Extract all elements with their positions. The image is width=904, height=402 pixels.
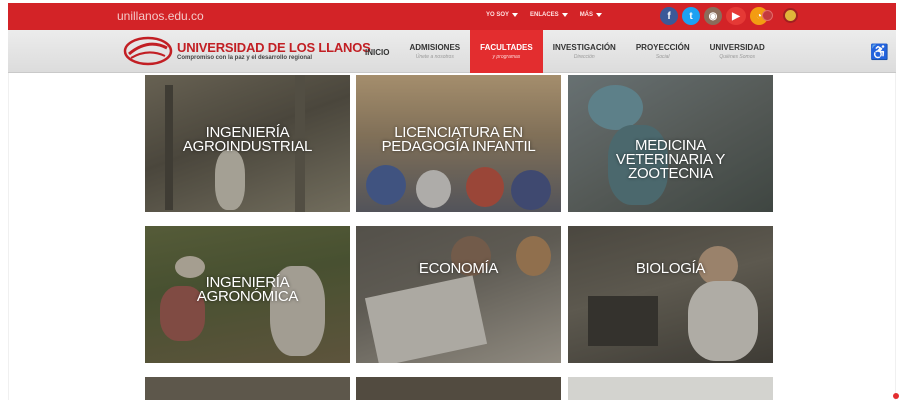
university-logo-icon[interactable] xyxy=(123,36,173,66)
colombia-shield-icon[interactable] xyxy=(783,8,798,23)
instagram-icon[interactable]: ◉ xyxy=(704,7,722,25)
mas-menu[interactable]: MÁS xyxy=(580,12,603,18)
scroll-indicator[interactable] xyxy=(893,393,899,399)
facebook-icon[interactable]: f xyxy=(660,7,678,25)
nav-facultades[interactable]: FACULTADES y programas xyxy=(470,30,543,73)
nav-universidad[interactable]: UNIVERSIDAD Quiénes Somos xyxy=(700,30,775,73)
tile-medicina-veterinaria-zootecnia[interactable]: Medicina Veterinaria y Zootecnia xyxy=(568,75,773,212)
main-nav: INICIO ADMISIONES Únete a nosotros FACUL… xyxy=(355,30,775,73)
tile-row3-left[interactable] xyxy=(145,377,350,400)
caret-down-icon xyxy=(512,13,519,17)
nav-proyeccion[interactable]: PROYECCIÓN Social xyxy=(626,30,700,73)
tile-label: Biología xyxy=(635,260,706,277)
main-header: UNIVERSIDAD DE LOS LLANOS Compromiso con… xyxy=(8,30,896,73)
enlaces-menu[interactable]: ENLACES xyxy=(530,12,568,18)
tile-label: Ingeniería Agronómica xyxy=(196,274,299,305)
government-seal-icon[interactable] xyxy=(762,10,773,21)
tile-ingenieria-agroindustrial[interactable]: Ingeniería Agroindustrial xyxy=(145,75,350,212)
tile-row3-center[interactable] xyxy=(356,377,561,400)
accessibility-icon[interactable]: ♿ xyxy=(870,43,889,61)
youtube-icon[interactable]: ▶ xyxy=(726,7,746,25)
nav-inicio[interactable]: INICIO xyxy=(355,30,399,73)
tile-label: Medicina Veterinaria y Zootecnia xyxy=(615,137,726,182)
faculties-grid: Ingeniería Agroindustrial Licenciatura e… xyxy=(8,73,896,400)
tile-label: Licenciatura en Pedagogía Infantil xyxy=(381,124,536,155)
tile-biologia[interactable]: Biología xyxy=(568,226,773,363)
yo-soy-menu[interactable]: YO SOY xyxy=(486,12,519,18)
nav-admisiones[interactable]: ADMISIONES Únete a nosotros xyxy=(399,30,470,73)
top-bar: unillanos.edu.co YO SOY ENLACES MÁS f t … xyxy=(8,3,896,30)
logo-subtitle: Compromiso con la paz y el desarrollo re… xyxy=(177,55,313,61)
site-domain[interactable]: unillanos.edu.co xyxy=(117,9,204,23)
caret-down-icon xyxy=(561,13,568,17)
tile-label: Economía xyxy=(418,260,499,277)
tile-row3-right[interactable] xyxy=(568,377,773,400)
tile-economia[interactable]: Economía xyxy=(356,226,561,363)
tile-licenciatura-pedagogia-infantil[interactable]: Licenciatura en Pedagogía Infantil xyxy=(356,75,561,212)
nav-investigacion[interactable]: INVESTIGACIÓN Dirección xyxy=(543,30,626,73)
top-menu: YO SOY ENLACES MÁS xyxy=(486,12,603,18)
tile-label: Ingeniería Agroindustrial xyxy=(182,124,313,155)
twitter-icon[interactable]: t xyxy=(682,7,700,25)
tile-ingenieria-agronomica[interactable]: Ingeniería Agronómica xyxy=(145,226,350,363)
caret-down-icon xyxy=(596,13,603,17)
logo-title[interactable]: UNIVERSIDAD DE LOS LLANOS xyxy=(177,40,371,55)
social-links: f t ◉ ▶ ◔ xyxy=(660,7,768,25)
